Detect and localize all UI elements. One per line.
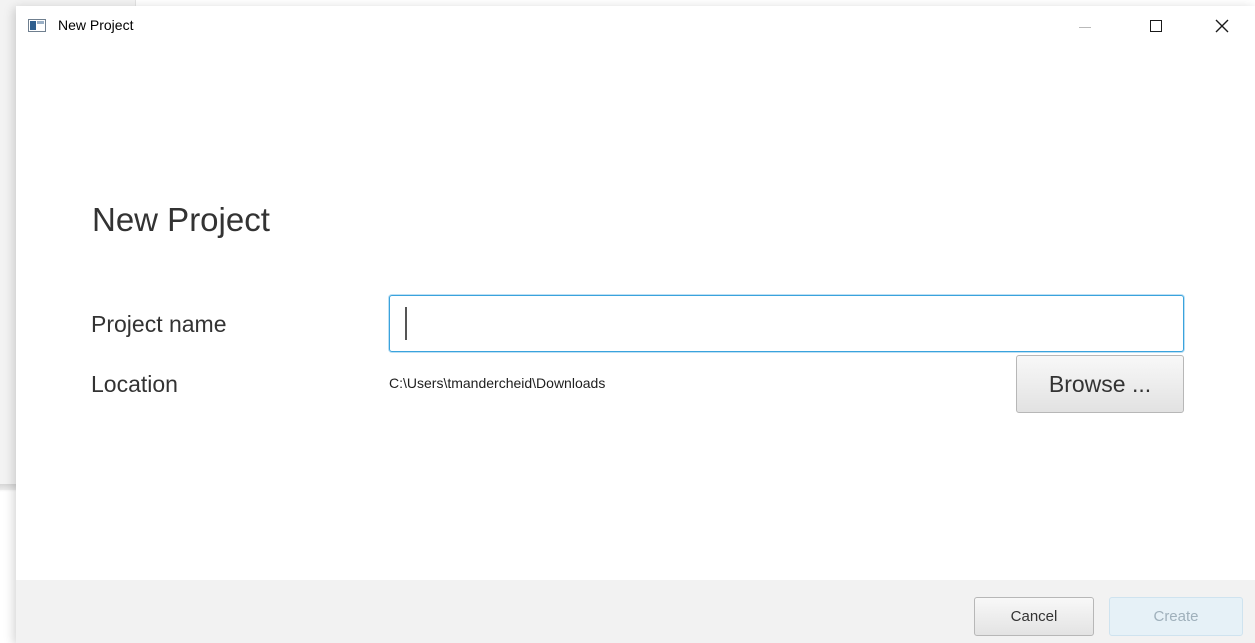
screen: New Project New Project Project name Loc… <box>0 0 1255 643</box>
maximize-button[interactable] <box>1133 6 1179 46</box>
location-path: C:\Users\tmandercheid\Downloads <box>389 375 606 391</box>
page-title: New Project <box>92 201 270 238</box>
create-button[interactable]: Create <box>1109 597 1243 636</box>
close-icon <box>1215 19 1229 33</box>
close-button[interactable] <box>1199 6 1245 46</box>
text-caret <box>405 307 407 340</box>
window-title: New Project <box>58 17 134 33</box>
app-window-icon <box>28 19 46 32</box>
dialog-footer: Cancel Create <box>16 580 1255 643</box>
cancel-button[interactable]: Cancel <box>974 597 1094 636</box>
browse-button[interactable]: Browse ... <box>1016 355 1184 413</box>
project-name-input[interactable] <box>389 295 1184 352</box>
new-project-dialog: New Project New Project Project name Loc… <box>16 6 1255 643</box>
title-bar[interactable]: New Project <box>16 6 1255 46</box>
minimize-button[interactable] <box>1063 6 1109 46</box>
maximize-icon <box>1150 20 1162 32</box>
minimize-icon <box>1079 27 1091 28</box>
location-label: Location <box>91 371 178 397</box>
project-name-label: Project name <box>91 311 227 337</box>
